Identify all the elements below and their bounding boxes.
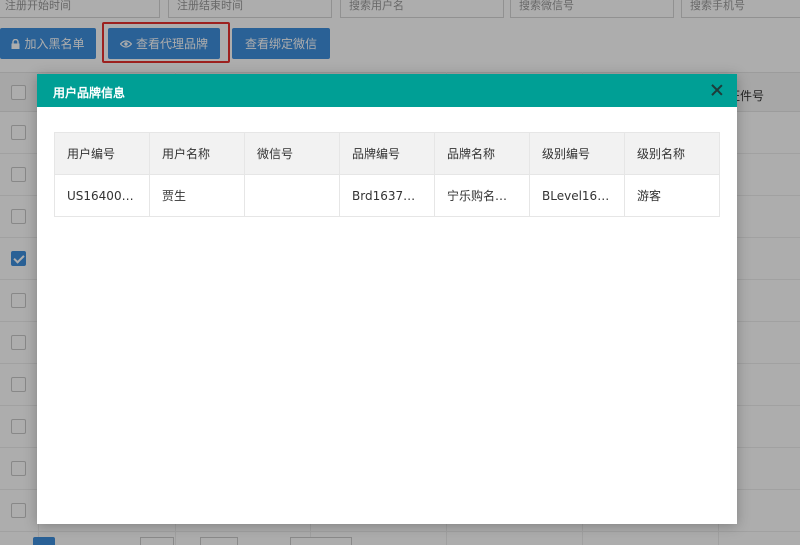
column-header-brand-name: 品牌名称 (434, 132, 530, 175)
cell-level-name: 游客 (624, 174, 720, 217)
cell-brand-name: 宁乐购名特汇 (434, 174, 530, 217)
column-header-level-name: 级别名称 (624, 132, 720, 175)
dialog-header: 用户品牌信息 (37, 74, 737, 107)
brand-info-header-row: 用户编号 用户名称 微信号 品牌编号 品牌名称 级别编号 级别名称 (54, 132, 720, 175)
column-header-user-name: 用户名称 (149, 132, 245, 175)
cell-user-name: 贾生 (149, 174, 245, 217)
cell-brand-id: Brd163781... (339, 174, 435, 217)
column-header-user-id: 用户编号 (54, 132, 150, 175)
cell-level-id: BLevel163... (529, 174, 625, 217)
column-header-brand-id: 品牌编号 (339, 132, 435, 175)
table-row: US164005... 贾生 Brd163781... 宁乐购名特汇 BLeve… (54, 174, 720, 217)
column-header-level-id: 级别编号 (529, 132, 625, 175)
cell-user-id: US164005... (54, 174, 150, 217)
cell-wechat-id (244, 174, 340, 217)
close-icon[interactable] (709, 82, 725, 98)
brand-info-dialog: 用户品牌信息 用户编号 用户名称 微信号 品牌编号 品牌名称 级别编号 级别名称… (37, 74, 737, 524)
dialog-title: 用户品牌信息 (53, 86, 126, 100)
column-header-wechat-id: 微信号 (244, 132, 340, 175)
brand-info-table: 用户编号 用户名称 微信号 品牌编号 品牌名称 级别编号 级别名称 US1640… (54, 132, 720, 217)
